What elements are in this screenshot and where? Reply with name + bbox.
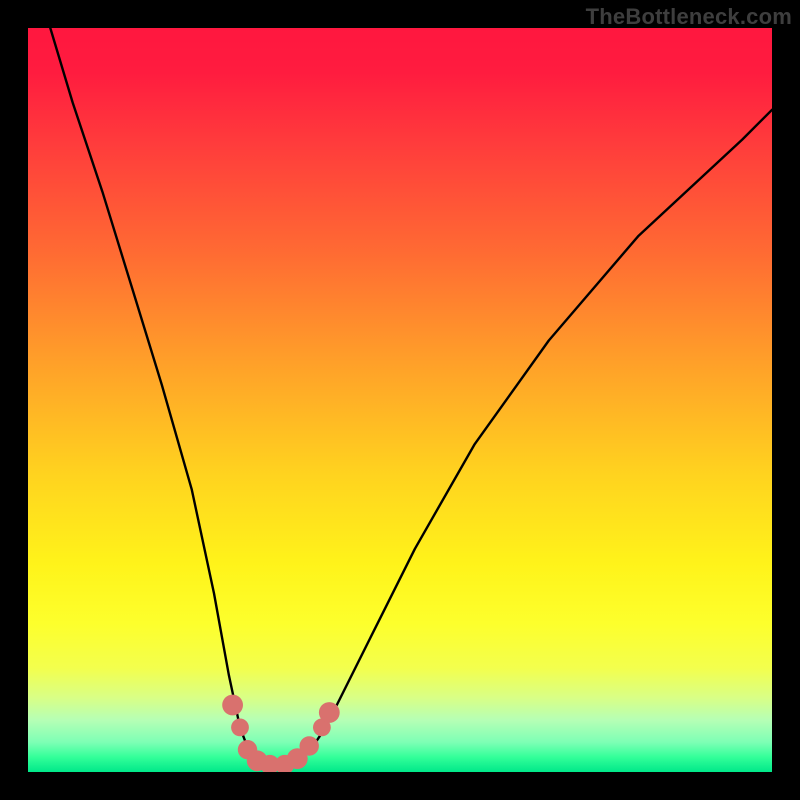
plot-area xyxy=(28,28,772,772)
curve-marker xyxy=(300,736,319,755)
curve-marker xyxy=(231,719,249,737)
curve-markers xyxy=(222,695,339,772)
curve-svg xyxy=(28,28,772,772)
curve-marker xyxy=(319,702,340,723)
watermark-text: TheBottleneck.com xyxy=(586,4,792,30)
bottleneck-curve xyxy=(50,28,772,765)
curve-marker xyxy=(222,695,243,716)
chart-frame: TheBottleneck.com xyxy=(0,0,800,800)
